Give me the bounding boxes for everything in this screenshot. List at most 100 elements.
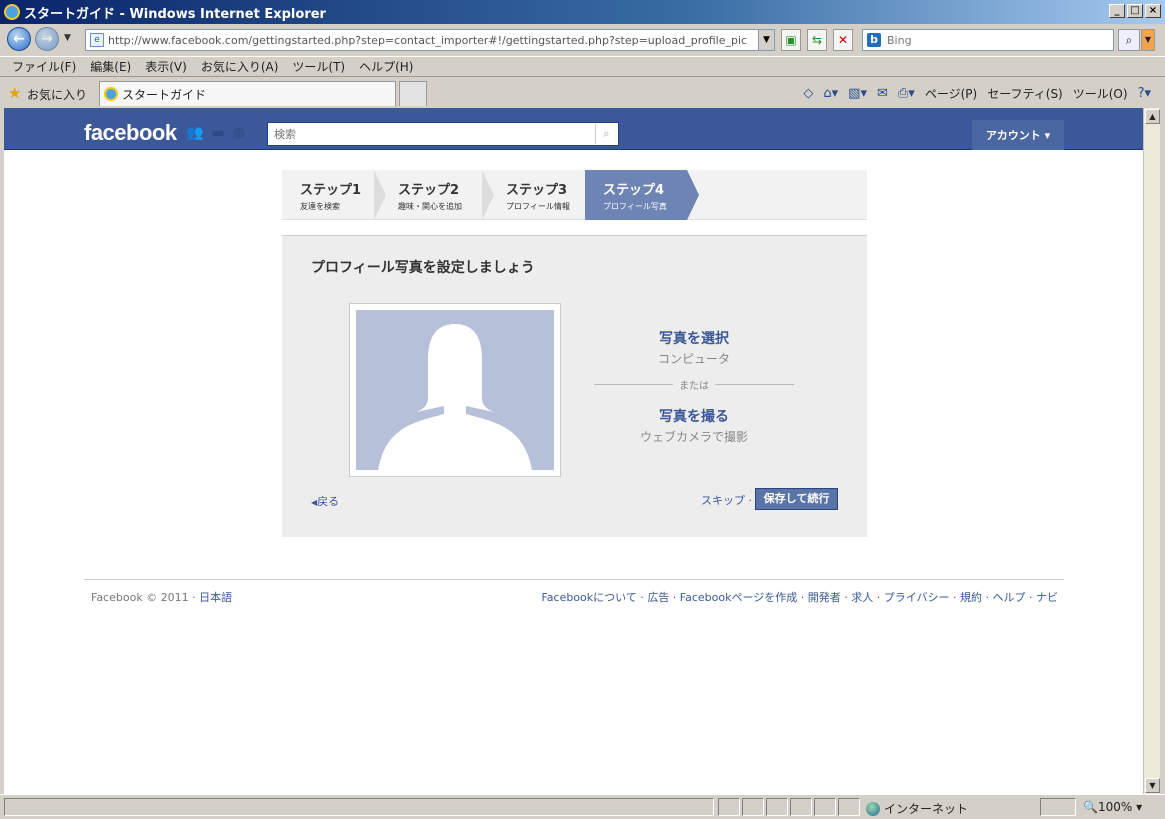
quick-tabs-icon[interactable]: ◇ (803, 86, 813, 101)
ie-logo-icon (4, 4, 20, 20)
account-menu[interactable]: アカウント ▾ (972, 120, 1064, 150)
print-icon[interactable]: ⎙▾ (898, 86, 915, 101)
zoom-level: 100% (1097, 800, 1133, 814)
history-dropdown-icon[interactable]: ▼ (64, 33, 71, 43)
zone-label: インターネット (884, 802, 969, 816)
silhouette-icon (378, 324, 532, 470)
forward-button[interactable]: → (35, 27, 59, 51)
menu-help[interactable]: ヘルプ(H) (359, 58, 413, 75)
silhouette-avatar (356, 310, 554, 470)
tab-title: スタートガイド (122, 87, 207, 102)
url-dropdown-icon[interactable]: ▼ (758, 30, 774, 50)
fb-search-input[interactable] (268, 123, 588, 145)
back-button[interactable]: ← (7, 27, 31, 51)
messages-icon[interactable]: ▬ (211, 125, 224, 141)
choose-photo-link[interactable]: 写真を選択 (594, 328, 794, 348)
fb-logo[interactable]: facebook (84, 120, 177, 146)
or-label: または (679, 381, 709, 392)
menu-bar: ファイル(F) 編集(E) 表示(V) お気に入り(A) ツール(T) ヘルプ(… (0, 56, 1165, 77)
url-field[interactable]: e http://www.facebook.com/gettingstarted… (85, 29, 775, 51)
refresh-icon[interactable]: ⇆ (807, 29, 827, 51)
back-link[interactable]: ◀戻る (311, 493, 339, 509)
menu-view[interactable]: 表示(V) (145, 58, 187, 75)
status-cell (790, 798, 812, 816)
home-icon[interactable]: ⌂▾ (823, 86, 838, 101)
status-text-cell (4, 798, 714, 816)
status-bar: インターネット 🔍100% ▾ (0, 794, 1165, 819)
compat-view-icon[interactable]: ▣ (781, 29, 801, 51)
panel-title: プロフィール写真を設定しましょう (311, 260, 535, 276)
step-2-title: ステップ2 (398, 183, 460, 198)
scroll-down-icon[interactable]: ▼ (1145, 778, 1160, 793)
status-cell (766, 798, 788, 816)
or-divider: または (594, 377, 794, 392)
photo-source-options: 写真を選択 コンピュータ または 写真を撮る ウェブカメラで撮影 (594, 328, 794, 445)
zoom-icon: 🔍 (1083, 800, 1098, 814)
favorites-bar: ★ お気に入り スタートガイド ◇ ⌂▾ ▧▾ ✉ ⎙▾ ページ(P) セーフテ… (0, 78, 1165, 108)
status-cell (838, 798, 860, 816)
feeds-icon[interactable]: ▧▾ (848, 86, 867, 101)
page-menu[interactable]: ページ(P) (925, 85, 977, 102)
step-4-desc: プロフィール写真 (603, 202, 667, 211)
tools-menu[interactable]: ツール(O) (1073, 85, 1128, 102)
close-button[interactable]: × (1145, 4, 1161, 18)
address-bar: ← → ▼ e http://www.facebook.com/gettings… (0, 24, 1165, 56)
minimize-button[interactable]: _ (1109, 4, 1125, 18)
profile-photo-panel: プロフィール写真を設定しましょう 写真を選択 コンピュータ または 写真を撮る … (282, 235, 867, 537)
step-1: ステップ1 友達を検索 (282, 170, 374, 220)
save-continue-button[interactable]: 保存して続行 (755, 488, 838, 510)
vertical-scrollbar[interactable]: ▲ ▼ (1143, 108, 1160, 794)
status-cell (742, 798, 764, 816)
help-icon[interactable]: ?▾ (1138, 86, 1151, 101)
menu-tools[interactable]: ツール(T) (292, 58, 345, 75)
fb-header: facebook 👥 ▬ ◍ ⌕ アカウント ▾ (4, 108, 1143, 150)
footer-left: Facebook © 2011 · 日本語 (91, 589, 232, 605)
step-3-title: ステップ3 (506, 183, 568, 198)
status-cell (718, 798, 740, 816)
zoom-control[interactable]: 🔍100% ▾ (1083, 800, 1142, 814)
language-link[interactable]: 日本語 (199, 591, 232, 604)
step-4-active: ステップ4 プロフィール写真 (585, 170, 687, 220)
back-label: 戻る (317, 495, 340, 508)
safety-menu[interactable]: セーフティ(S) (987, 85, 1063, 102)
fb-footer: Facebook © 2011 · 日本語 Facebookについて · 広告 … (84, 579, 1064, 604)
choose-photo-sub: コンピュータ (657, 352, 730, 366)
fb-search-icon[interactable]: ⌕ (595, 124, 617, 144)
footer-links[interactable]: Facebookについて · 広告 · Facebookページを作成 · 開発者… (541, 589, 1058, 605)
skip-link[interactable]: スキップ · (701, 492, 752, 508)
skip-label: スキップ (701, 494, 745, 507)
favorites-star-icon[interactable]: ★ (8, 84, 21, 102)
new-tab-button[interactable] (399, 81, 427, 106)
internet-globe-icon (866, 801, 880, 816)
menu-favorites[interactable]: お気に入り(A) (201, 58, 279, 75)
take-photo-sub: ウェブカメラで撮影 (639, 430, 748, 444)
scroll-up-icon[interactable]: ▲ (1145, 109, 1160, 124)
maximize-button[interactable]: □ (1127, 4, 1143, 18)
status-cell (814, 798, 836, 816)
mail-icon[interactable]: ✉ (877, 86, 888, 101)
page-icon: e (90, 33, 104, 47)
step-1-desc: 友達を検索 (300, 202, 340, 211)
step-3: ステップ3 プロフィール情報 (488, 170, 585, 220)
search-options-icon[interactable]: ▼ (1141, 29, 1155, 51)
favorites-button[interactable]: お気に入り (27, 86, 87, 103)
security-zone[interactable]: インターネット (866, 800, 968, 817)
search-go-icon[interactable]: ⌕ (1118, 29, 1140, 51)
page-viewport: facebook 👥 ▬ ◍ ⌕ アカウント ▾ ステップ1 友達を検索 ステッ… (4, 108, 1143, 794)
menu-edit[interactable]: 編集(E) (90, 58, 131, 75)
step-3-desc: プロフィール情報 (506, 202, 570, 211)
bing-search-input[interactable]: b Bing (862, 29, 1114, 51)
friend-requests-icon[interactable]: 👥 (186, 125, 203, 141)
protected-mode-cell[interactable] (1040, 798, 1076, 816)
notifications-icon[interactable]: ◍ (233, 125, 245, 141)
menu-file[interactable]: ファイル(F) (12, 58, 76, 75)
browser-tab[interactable]: スタートガイド (99, 81, 396, 106)
active-step-arrow (687, 170, 699, 220)
stop-icon[interactable]: ✕ (833, 29, 853, 51)
step-2: ステップ2 趣味・関心を追加 (380, 170, 482, 220)
tab-ie-icon (104, 87, 118, 101)
take-photo-link[interactable]: 写真を撮る (594, 406, 794, 426)
window-title: スタートガイド - Windows Internet Explorer (24, 6, 326, 22)
bing-icon: b (867, 33, 881, 47)
step-4-title: ステップ4 (603, 183, 665, 198)
